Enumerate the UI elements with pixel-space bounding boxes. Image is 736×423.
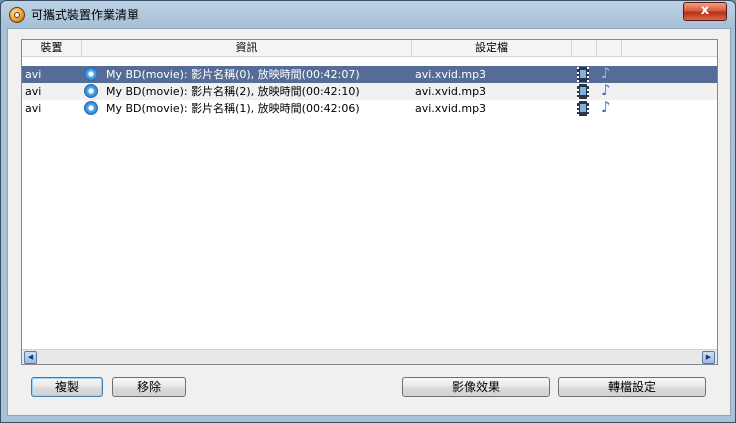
profile-cell: avi.xvid.mp3 (415, 102, 487, 115)
device-cell: avi (25, 102, 42, 115)
table-row[interactable]: avi My BD(movie): 影片名稱(0), 放映時間(00:42:07… (22, 65, 717, 83)
film-icon[interactable] (577, 84, 589, 99)
title-bar[interactable]: 可攜式裝置作業清單 x (1, 1, 735, 27)
app-icon (9, 7, 25, 23)
info-cell: My BD(movie): 影片名稱(1), 放映時間(00:42:06) (106, 102, 360, 115)
info-cell: My BD(movie): 影片名稱(2), 放映時間(00:42:10) (106, 85, 360, 98)
disc-icon (84, 84, 98, 98)
dialog-client-area: 裝置 資訊 設定檔 avi My BD(movie): 影片名稱(0), 放映時… (7, 28, 731, 416)
column-header-audio[interactable] (597, 40, 622, 56)
disc-icon (84, 101, 98, 115)
profile-cell: avi.xvid.mp3 (415, 68, 487, 81)
film-icon[interactable] (577, 67, 589, 82)
video-effect-button[interactable]: 影像效果 (402, 377, 550, 397)
table-row[interactable]: avi My BD(movie): 影片名稱(2), 放映時間(00:42:10… (22, 82, 717, 100)
column-header-info[interactable]: 資訊 (82, 40, 412, 56)
copy-button[interactable]: 複製 (31, 377, 103, 397)
job-list[interactable]: 裝置 資訊 設定檔 avi My BD(movie): 影片名稱(0), 放映時… (21, 39, 718, 365)
horizontal-scrollbar[interactable]: ◀ ▶ (22, 349, 717, 364)
film-icon[interactable] (577, 101, 589, 116)
profile-cell: avi.xvid.mp3 (415, 85, 487, 98)
job-list-window: 可攜式裝置作業清單 x 裝置 資訊 設定檔 avi My BD(movie): … (0, 0, 736, 423)
window-title: 可攜式裝置作業清單 (31, 8, 140, 22)
scroll-left-icon[interactable]: ◀ (24, 351, 37, 364)
music-note-icon[interactable]: ♪ (601, 82, 611, 99)
music-note-icon[interactable]: ♪ (601, 65, 611, 82)
scroll-right-icon[interactable]: ▶ (702, 351, 715, 364)
close-button[interactable]: x (683, 2, 727, 21)
list-header: 裝置 資訊 設定檔 (22, 40, 717, 57)
music-note-icon[interactable]: ♪ (601, 99, 611, 116)
disc-icon (84, 67, 98, 81)
column-header-video[interactable] (572, 40, 597, 56)
device-cell: avi (25, 85, 42, 98)
device-cell: avi (25, 68, 42, 81)
remove-button[interactable]: 移除 (112, 377, 186, 397)
table-row[interactable]: avi My BD(movie): 影片名稱(1), 放映時間(00:42:06… (22, 99, 717, 117)
convert-settings-button[interactable]: 轉檔設定 (558, 377, 706, 397)
column-header-profile[interactable]: 設定檔 (412, 40, 572, 56)
info-cell: My BD(movie): 影片名稱(0), 放映時間(00:42:07) (106, 68, 360, 81)
column-header-device[interactable]: 裝置 (22, 40, 82, 56)
